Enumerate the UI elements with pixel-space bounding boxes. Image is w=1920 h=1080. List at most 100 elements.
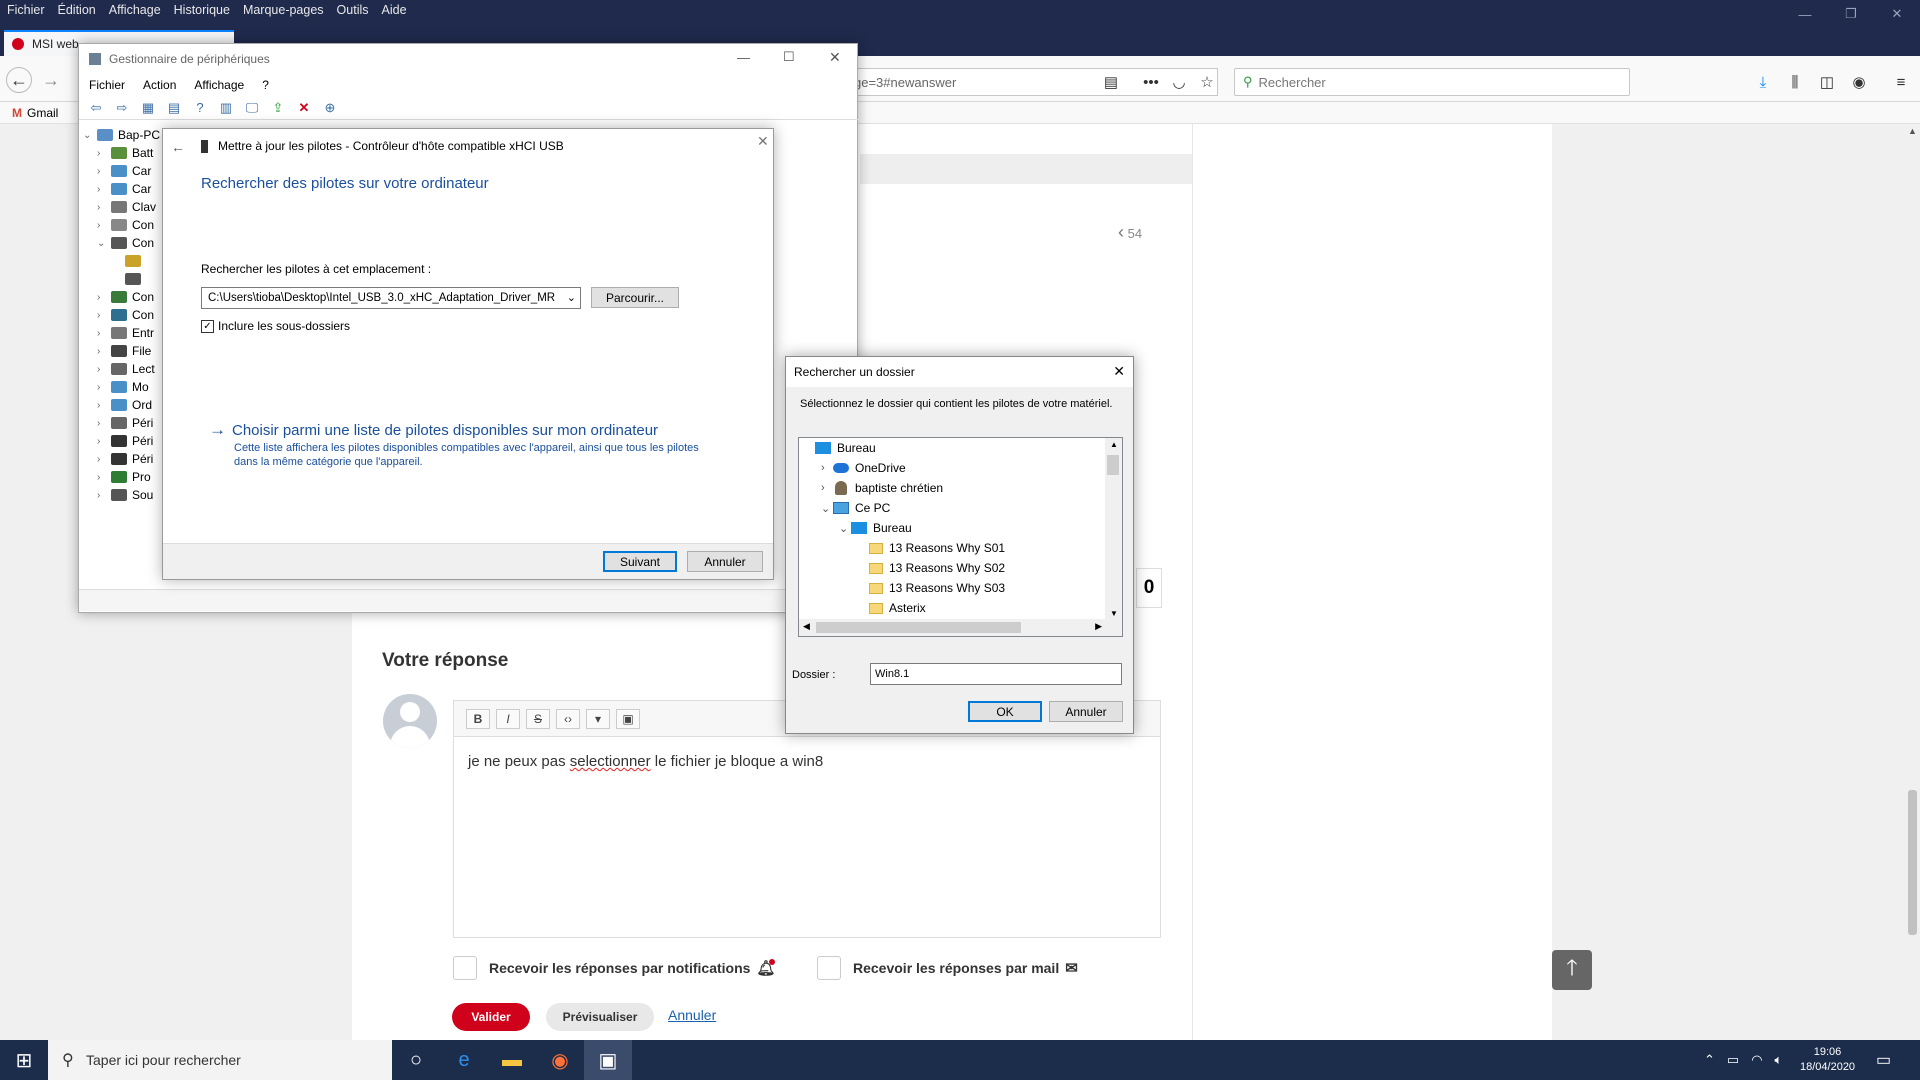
folder-tree-item[interactable]: 13 Reasons Why S03	[857, 578, 1005, 598]
browse-cancel-button[interactable]: Annuler	[1049, 701, 1123, 722]
firefox-menu-item[interactable]: Édition	[58, 3, 96, 17]
chevron-right-icon[interactable]: ›	[821, 462, 833, 474]
reader-view-icon[interactable]: ▤	[1100, 71, 1122, 93]
editor-button[interactable]: B	[466, 708, 490, 729]
account-icon[interactable]: ◉	[1848, 71, 1870, 93]
device-category[interactable]	[97, 252, 163, 270]
windows-start-icon[interactable]: ⊞	[0, 1040, 48, 1080]
taskbar-search[interactable]: ⚲ Taper ici pour rechercher	[48, 1040, 392, 1080]
wizard-cancel-button[interactable]: Annuler	[687, 551, 763, 572]
dm-minimize-button[interactable]: —	[737, 50, 750, 65]
bookmark-star-icon[interactable]: ☆	[1196, 71, 1218, 93]
device-category[interactable]: › Car	[97, 180, 163, 198]
folder-tree-item[interactable]: 13 Reasons Why S02	[857, 558, 1005, 578]
back-arrow-icon[interactable]: ←	[6, 67, 32, 93]
folder-tree-item[interactable]: ⌄ Bureau	[839, 518, 912, 538]
close-window-button[interactable]: ✕	[1874, 0, 1920, 28]
notifications-checkbox[interactable]	[453, 956, 477, 980]
mail-option[interactable]: Recevoir les réponses par mail ✉	[817, 956, 1078, 980]
editor-button[interactable]: ▣	[616, 708, 640, 729]
tree-root[interactable]: ⌄ Bap-PC	[83, 126, 163, 144]
download-icon[interactable]: ⤓	[1752, 71, 1774, 93]
device-category[interactable]: › Car	[97, 162, 163, 180]
choose-list-link[interactable]: → Choisir parmi une liste de pilotes dis…	[209, 420, 658, 440]
wizard-close-button[interactable]: ✕	[757, 133, 769, 150]
notification-center-icon[interactable]: ▭	[1876, 1040, 1891, 1080]
clock[interactable]: 19:06 18/04/2020	[1800, 1040, 1855, 1080]
dm-menu-item[interactable]: Fichier	[89, 78, 125, 92]
browse-button[interactable]: Parcourir...	[591, 287, 679, 308]
dm-maximize-button[interactable]: ☐	[783, 49, 795, 65]
include-subfolders-checkbox[interactable]: ✓	[201, 319, 214, 333]
firefox-menu-item[interactable]: Outils	[337, 3, 369, 17]
ok-button[interactable]: OK	[968, 701, 1042, 722]
device-category[interactable]: › Lect	[97, 360, 163, 378]
chevron-down-icon[interactable]: ⌄	[567, 291, 576, 304]
wizard-back-arrow-icon[interactable]: ←	[171, 139, 185, 155]
folder-tree-item[interactable]: › OneDrive	[821, 458, 906, 478]
firefox-menu-item[interactable]: Fichier	[7, 3, 45, 17]
device-category[interactable]: › Pro	[97, 468, 163, 486]
device-category[interactable]: › Con	[97, 306, 163, 324]
folder-tree-item[interactable]: 13 Reasons Why S01	[857, 538, 1005, 558]
dm-close-button[interactable]: ✕	[829, 49, 841, 66]
device-category[interactable]: › Entr	[97, 324, 163, 342]
folder-tree-item[interactable]: Asterix	[857, 598, 926, 618]
close-icon[interactable]: ✕	[1113, 363, 1125, 380]
firefox-menu-item[interactable]: Marque-pages	[243, 3, 324, 17]
uninstall-icon[interactable]: ✕	[293, 98, 315, 118]
scroll-down-icon[interactable]: ▼	[1110, 609, 1118, 618]
folder-tree-item[interactable]: ⌄ Ce PC	[821, 498, 890, 518]
task-view-icon[interactable]: ○	[392, 1040, 440, 1080]
dm-menu-item[interactable]: ?	[262, 78, 269, 92]
properties-icon[interactable]: ▤	[163, 98, 185, 118]
chevron-right-icon[interactable]: ›	[821, 482, 833, 494]
chevron-up-icon[interactable]: ⌃	[1704, 1052, 1715, 1068]
search-bar[interactable]: ⚲ Rechercher	[1234, 68, 1630, 96]
scroll-right-icon[interactable]: ▶	[1095, 621, 1102, 632]
device-category[interactable]: ⌄ Con	[97, 234, 163, 252]
scroll-up-icon[interactable]: ▲	[1110, 440, 1118, 449]
chevron-down-icon[interactable]: ⌄	[821, 502, 833, 515]
device-category[interactable]: › Ord	[97, 396, 163, 414]
device-category[interactable]: › Mo	[97, 378, 163, 396]
editor-button[interactable]: ▾	[586, 708, 610, 729]
folder-tree-item[interactable]: Bureau	[803, 438, 876, 458]
preview-button[interactable]: Prévisualiser	[546, 1003, 654, 1031]
editor-button[interactable]: I	[496, 708, 520, 729]
device-category[interactable]: › Batt	[97, 144, 163, 162]
view-icon[interactable]: ▥	[215, 98, 237, 118]
previous-page-link[interactable]: ‹ 54	[1118, 222, 1142, 243]
device-manager-taskbar-icon[interactable]: ▣	[584, 1040, 632, 1080]
firefox-menu-item[interactable]: Affichage	[109, 3, 161, 17]
restore-window-button[interactable]: ❐	[1828, 0, 1874, 28]
pocket-icon[interactable]: ◡	[1168, 71, 1190, 93]
sidebar-icon[interactable]: ◫	[1816, 71, 1838, 93]
tree-view-icon[interactable]: ▦	[137, 98, 159, 118]
library-icon[interactable]: ⫼	[1784, 71, 1806, 93]
more-actions-icon[interactable]: •••	[1140, 71, 1162, 93]
help-icon[interactable]: ?	[189, 98, 211, 118]
editor-button[interactable]: ‹›	[556, 708, 580, 729]
submit-button[interactable]: Valider	[452, 1003, 530, 1031]
bookmark-gmail[interactable]: Gmail	[27, 106, 58, 120]
url-bar[interactable]: ge=3#newanswer	[850, 68, 1218, 96]
back-icon[interactable]: ⇦	[85, 98, 107, 118]
cancel-link[interactable]: Annuler	[668, 1007, 716, 1023]
folder-tree-vscroll[interactable]: ▲ ▼	[1105, 438, 1122, 620]
edge-icon[interactable]: e	[440, 1040, 488, 1080]
minimize-window-button[interactable]: —	[1782, 0, 1828, 28]
folder-name-input[interactable]: Win8.1	[870, 663, 1122, 685]
update-driver-icon[interactable]: ⇪	[267, 98, 289, 118]
folder-tree-hscroll[interactable]: ◀ ▶	[799, 619, 1122, 636]
notifications-option[interactable]: Recevoir les réponses par notifications …	[453, 956, 776, 980]
folder-tree-hscroll-thumb[interactable]	[816, 622, 1021, 633]
device-category[interactable]: › Péri	[97, 414, 163, 432]
battery-icon[interactable]: ▭	[1727, 1052, 1739, 1068]
file-explorer-icon[interactable]: ▬	[488, 1040, 536, 1080]
scroll-up-icon[interactable]: ▲	[1908, 126, 1917, 136]
dm-menu-item[interactable]: Affichage	[194, 78, 244, 92]
device-category[interactable]: › Con	[97, 288, 163, 306]
scroll-to-top-button[interactable]: 🡑	[1552, 950, 1592, 990]
reply-editor[interactable]: je ne peux pas selectionner le fichier j…	[453, 736, 1161, 938]
